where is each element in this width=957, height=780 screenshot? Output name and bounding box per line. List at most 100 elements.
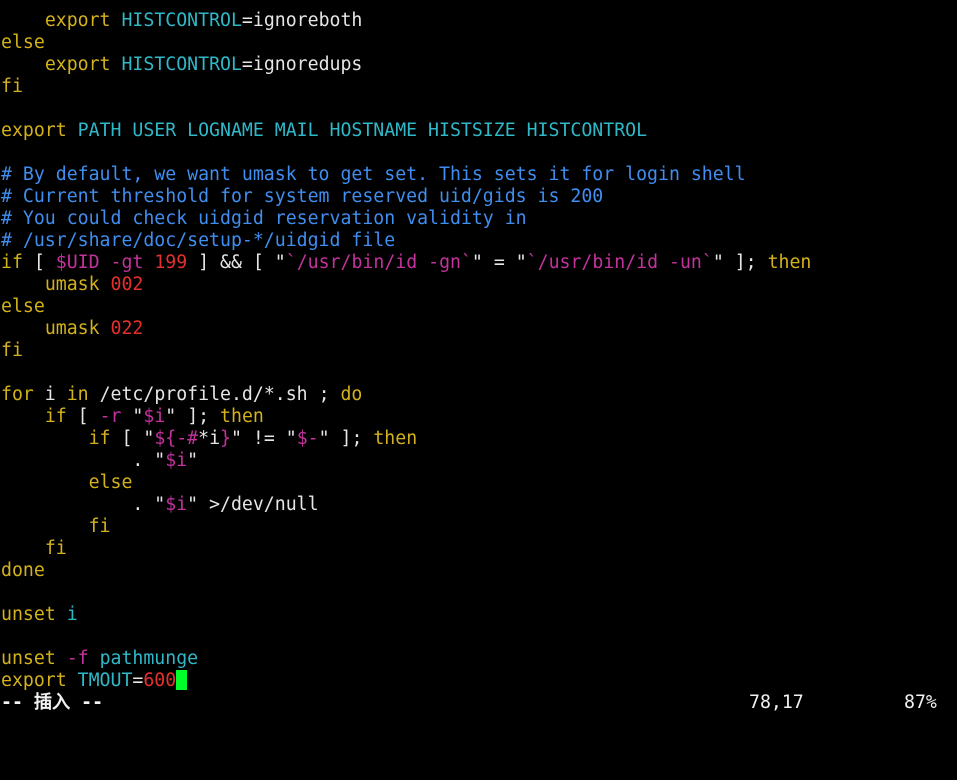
code-token: =ignoreboth bbox=[241, 10, 363, 31]
code-token: else bbox=[1, 296, 45, 317]
code-line: else bbox=[1, 32, 957, 54]
code-token: if bbox=[88, 428, 111, 449]
code-line: done bbox=[1, 560, 957, 582]
code-token: " = " bbox=[471, 252, 527, 273]
code-line: . "$i" >/dev/null bbox=[1, 494, 957, 516]
code-line: else bbox=[1, 296, 957, 318]
code-token: " != " bbox=[231, 428, 297, 449]
code-line: unset -f pathmunge bbox=[1, 648, 957, 670]
code-token: ${-# bbox=[154, 428, 199, 449]
code-token: then bbox=[220, 406, 264, 427]
code-token: $i bbox=[165, 494, 188, 515]
code-token: " bbox=[121, 406, 144, 427]
code-token: then bbox=[767, 252, 812, 273]
code-line: export HISTCONTROL=ignoreboth bbox=[1, 10, 957, 32]
code-token: ] && [ " bbox=[187, 252, 286, 273]
code-line: # By default, we want umask to get set. … bbox=[1, 164, 957, 186]
code-token: $- bbox=[296, 428, 319, 449]
code-token: export bbox=[44, 54, 111, 75]
code-token: export bbox=[44, 10, 111, 31]
code-token: $UID bbox=[55, 252, 100, 273]
code-line: fi bbox=[1, 76, 957, 98]
code-token: . " bbox=[1, 494, 166, 515]
code-token: # /usr/share/doc/setup-*/uidgid file bbox=[1, 230, 396, 251]
code-token: " bbox=[187, 450, 199, 471]
code-token: 199 bbox=[154, 252, 188, 273]
code-line: else bbox=[1, 472, 957, 494]
code-token: . " bbox=[1, 450, 166, 471]
code-token: `/usr/bin/id -un` bbox=[526, 252, 713, 273]
code-token: HISTCONTROL bbox=[121, 54, 242, 75]
code-token: for bbox=[1, 384, 34, 405]
code-line: umask 002 bbox=[1, 274, 957, 296]
code-token: " ]; bbox=[318, 428, 374, 449]
scroll-percent: 87% bbox=[904, 692, 937, 713]
code-token: export bbox=[1, 670, 67, 691]
cursor-position: 78,17 bbox=[749, 692, 804, 713]
code-token: 600 bbox=[143, 670, 177, 691]
code-line: # /usr/share/doc/setup-*/uidgid file bbox=[1, 230, 957, 252]
code-line: . "$i" bbox=[1, 450, 957, 472]
code-token: unset bbox=[1, 648, 56, 669]
code-line: # You could check uidgid reservation val… bbox=[1, 208, 957, 230]
code-line: if [ -r "$i" ]; then bbox=[1, 406, 957, 428]
code-token: # By default, we want umask to get set. … bbox=[1, 164, 746, 185]
code-token: 002 bbox=[110, 274, 144, 295]
code-token: 022 bbox=[110, 318, 144, 339]
code-token: TMOUT bbox=[77, 670, 133, 691]
code-token: fi bbox=[1, 76, 23, 97]
code-token: `/usr/bin/id -gn` bbox=[285, 252, 472, 273]
code-token: # Current threshold for system reserved … bbox=[1, 186, 604, 207]
code-token: i bbox=[33, 384, 67, 405]
code-token: } bbox=[220, 428, 231, 449]
code-token: unset bbox=[1, 604, 56, 625]
code-token: [ " bbox=[110, 428, 155, 449]
insert-mode-indicator: -- 插入 -- bbox=[1, 692, 104, 713]
editor-text-area[interactable]: export HISTCONTROL=ignoreboth else export… bbox=[1, 10, 957, 692]
code-token: fi bbox=[1, 340, 23, 361]
code-token: $i bbox=[165, 450, 188, 471]
code-token: -r bbox=[99, 406, 122, 427]
code-token: done bbox=[1, 560, 45, 581]
code-token: else bbox=[1, 32, 45, 53]
code-token: then bbox=[373, 428, 418, 449]
code-token: = bbox=[132, 670, 144, 691]
code-line: export TMOUT=600 bbox=[1, 670, 957, 692]
code-token: i bbox=[66, 604, 78, 625]
code-token: in bbox=[66, 384, 89, 405]
code-line: export PATH USER LOGNAME MAIL HOSTNAME H… bbox=[1, 120, 957, 142]
code-token: /etc/profile.d/*.sh ; bbox=[88, 384, 341, 405]
code-token: " >/dev/null bbox=[187, 494, 319, 515]
code-token: do bbox=[340, 384, 363, 405]
code-token: " ]; bbox=[712, 252, 768, 273]
text-cursor bbox=[176, 670, 188, 690]
code-token: PATH USER LOGNAME MAIL HOSTNAME HISTSIZE… bbox=[77, 120, 648, 141]
code-line: # Current threshold for system reserved … bbox=[1, 186, 957, 208]
code-token: HISTCONTROL bbox=[121, 10, 242, 31]
code-token: *i bbox=[198, 428, 221, 449]
code-token: umask bbox=[44, 274, 100, 295]
code-line: fi bbox=[1, 538, 957, 560]
code-token: $i bbox=[143, 406, 166, 427]
code-token: export bbox=[1, 120, 67, 141]
